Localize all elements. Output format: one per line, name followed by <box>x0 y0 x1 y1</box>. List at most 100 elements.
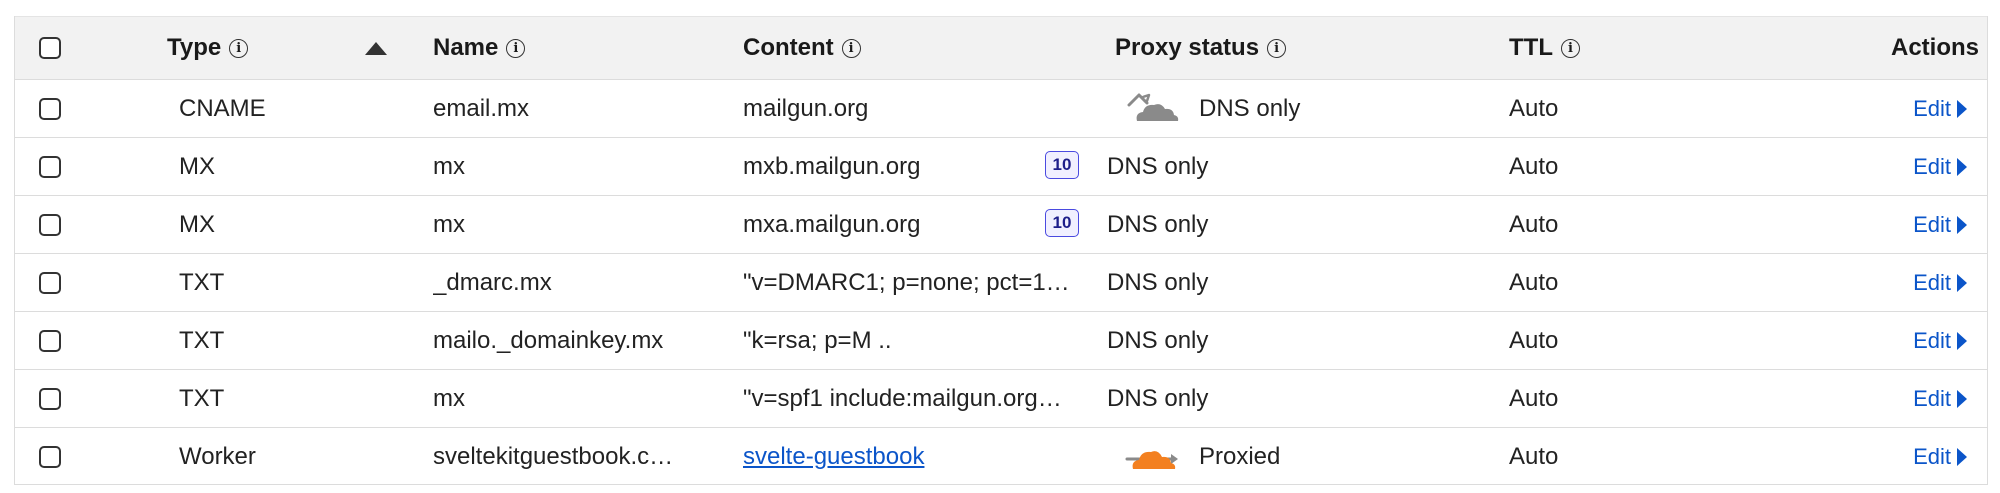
edit-label: Edit <box>1913 269 1951 295</box>
sort-cell <box>365 17 395 79</box>
info-icon[interactable]: i <box>841 38 861 58</box>
record-type: TXT <box>179 384 225 412</box>
record-content: mxb.mailgun.org <box>743 152 921 180</box>
caret-right-icon <box>1957 389 1967 408</box>
record-ttl: Auto <box>1509 152 1559 180</box>
edit-cell: Edit <box>1847 254 1967 311</box>
proxy-status-cell: DNS only <box>1107 254 1467 311</box>
column-header-ttl[interactable]: TTL i <box>1509 17 1709 79</box>
caret-right-icon <box>1957 331 1967 350</box>
info-icon[interactable]: i <box>1560 38 1580 58</box>
select-all-checkbox[interactable] <box>39 37 61 59</box>
record-content: mailgun.org <box>743 94 869 122</box>
edit-cell: Edit <box>1847 196 1967 253</box>
edit-button[interactable]: Edit <box>1913 444 1967 470</box>
info-icon[interactable]: i <box>1267 38 1287 58</box>
record-ttl: Auto <box>1509 443 1559 470</box>
proxy-status-text: DNS only <box>1107 384 1209 412</box>
caret-right-icon <box>1957 448 1967 466</box>
record-name: email.mx <box>433 94 530 122</box>
edit-cell: Edit <box>1847 312 1967 369</box>
column-header-actions: Actions <box>1859 17 1979 79</box>
row-select-cell <box>39 138 69 195</box>
proxy-status-text: Proxied <box>1199 443 1281 470</box>
record-name: _dmarc.mx <box>433 268 552 296</box>
caret-right-icon <box>1957 215 1967 234</box>
table-row: MX mx mxb.mailgun.org 10 DNS only Auto E… <box>15 138 1987 196</box>
column-header-content[interactable]: Content i <box>743 17 1093 79</box>
record-type: MX <box>179 152 215 180</box>
column-header-actions-label: Actions <box>1890 34 1979 61</box>
edit-button[interactable]: Edit <box>1913 154 1967 180</box>
edit-label: Edit <box>1913 327 1951 353</box>
column-header-content-label: Content <box>743 34 834 61</box>
proxy-status-text: DNS only <box>1107 268 1209 296</box>
sort-ascending-icon[interactable] <box>365 41 387 55</box>
row-checkbox[interactable] <box>39 387 61 410</box>
edit-button[interactable]: Edit <box>1913 386 1967 412</box>
edit-cell: Edit <box>1847 138 1967 195</box>
proxy-status-cell: DNS only <box>1107 138 1467 195</box>
record-content: "v=spf1 include:mailgun.org… <box>743 384 1062 412</box>
select-all-cell <box>39 17 69 79</box>
record-content: "k=rsa; p=M .. <box>743 326 892 354</box>
edit-label: Edit <box>1913 95 1951 121</box>
column-header-proxy-status[interactable]: Proxy status i <box>1115 17 1475 79</box>
column-header-name-label: Name <box>433 34 499 61</box>
row-select-cell <box>39 428 69 486</box>
edit-cell: Edit <box>1847 428 1967 486</box>
row-select-cell <box>39 370 69 427</box>
record-name: mailo._domainkey.mx <box>433 326 664 354</box>
proxy-status-cell: DNS only <box>1107 312 1467 369</box>
record-ttl: Auto <box>1509 94 1559 122</box>
edit-label: Edit <box>1913 153 1951 179</box>
worker-link[interactable]: svelte-guestbook <box>743 443 924 471</box>
column-header-proxy-status-label: Proxy status <box>1115 34 1260 61</box>
edit-label: Edit <box>1913 444 1951 469</box>
record-type: TXT <box>179 326 225 354</box>
column-header-ttl-label: TTL <box>1509 34 1553 61</box>
table-row: TXT mailo._domainkey.mx "k=rsa; p=M .. D… <box>15 312 1987 370</box>
edit-button[interactable]: Edit <box>1913 212 1967 238</box>
record-ttl: Auto <box>1509 210 1559 238</box>
proxy-status-cell: DNS only <box>1105 80 1465 137</box>
row-select-cell <box>39 80 69 137</box>
row-select-cell <box>39 312 69 369</box>
caret-right-icon <box>1957 157 1967 176</box>
edit-button[interactable]: Edit <box>1913 96 1967 122</box>
row-checkbox[interactable] <box>39 97 61 120</box>
edit-cell: Edit <box>1847 80 1967 137</box>
caret-right-icon <box>1957 273 1967 292</box>
row-checkbox[interactable] <box>39 213 61 236</box>
row-select-cell <box>39 254 69 311</box>
edit-button[interactable]: Edit <box>1913 328 1967 354</box>
record-type: MX <box>179 210 215 238</box>
table-row: Worker sveltekitguestbook.c… svelte-gues… <box>15 428 1987 486</box>
proxy-status-text: DNS only <box>1107 326 1209 354</box>
cloud-proxied-icon <box>1125 451 1178 469</box>
edit-label: Edit <box>1913 211 1951 237</box>
row-checkbox[interactable] <box>39 446 61 468</box>
column-header-name[interactable]: Name i <box>433 17 723 79</box>
record-content-cell: svelte-guestbook <box>743 428 1093 486</box>
row-checkbox[interactable] <box>39 329 61 352</box>
edit-cell: Edit <box>1847 370 1967 427</box>
table-row: CNAME email.mx mailgun.org DNS only Auto… <box>15 80 1987 138</box>
info-icon[interactable]: i <box>506 38 526 58</box>
proxy-status-cell: DNS only <box>1107 370 1467 427</box>
row-select-cell <box>39 196 69 253</box>
edit-button[interactable]: Edit <box>1913 270 1967 296</box>
proxy-status-text: DNS only <box>1107 210 1209 238</box>
proxy-status-cell: DNS only <box>1107 196 1467 253</box>
row-checkbox[interactable] <box>39 155 61 178</box>
record-ttl: Auto <box>1509 384 1559 412</box>
table-row: MX mx mxa.mailgun.org 10 DNS only Auto E… <box>15 196 1987 254</box>
info-icon[interactable]: i <box>229 38 249 58</box>
edit-label: Edit <box>1913 385 1951 411</box>
record-content: "v=DMARC1; p=none; pct=1… <box>743 268 1070 296</box>
record-content: mxa.mailgun.org <box>743 210 921 238</box>
column-header-type-label: Type <box>167 34 222 61</box>
record-type: TXT <box>179 268 225 296</box>
record-type: CNAME <box>179 94 266 122</box>
row-checkbox[interactable] <box>39 271 61 294</box>
